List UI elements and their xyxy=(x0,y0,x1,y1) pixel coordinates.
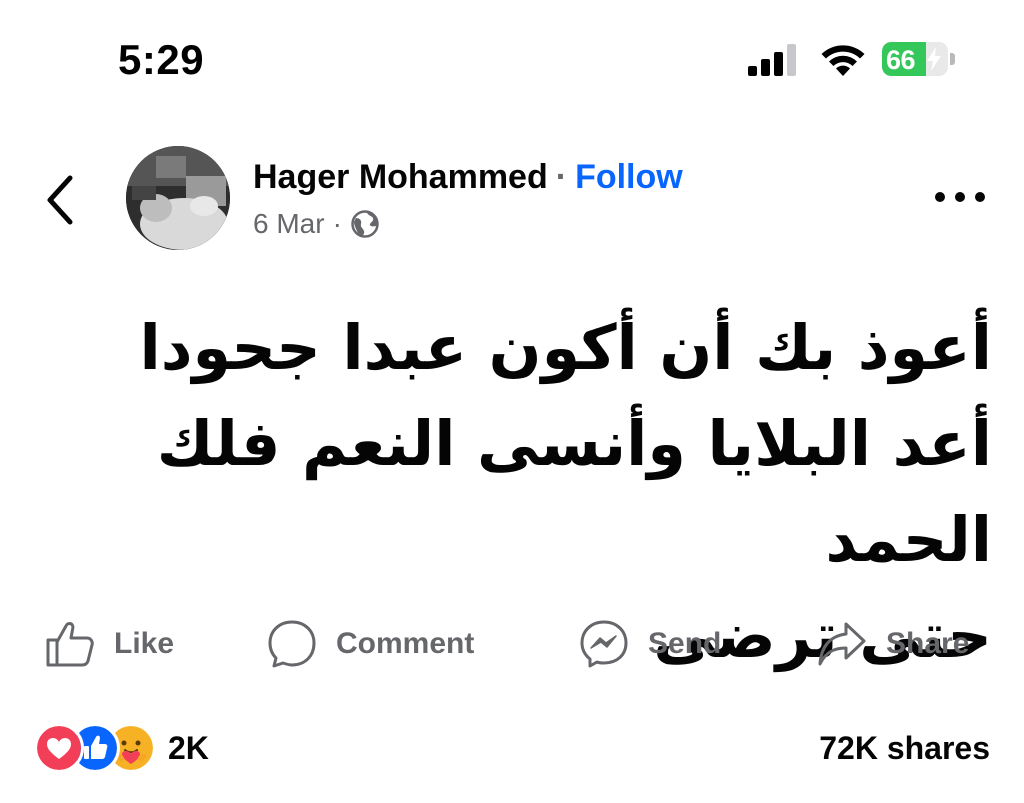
comment-button[interactable]: Comment xyxy=(266,612,474,676)
status-bar: 5:29 66 xyxy=(0,0,1024,110)
author-name[interactable]: Hager Mohammed xyxy=(253,158,548,196)
battery-nub xyxy=(950,53,955,65)
signal-icon xyxy=(748,44,796,76)
action-bar: Like Comment Send Share xyxy=(0,612,1024,676)
bolt-icon xyxy=(927,47,941,71)
thumbs-up-icon xyxy=(46,622,94,667)
globe-icon xyxy=(351,210,379,238)
post-text-line: أعوذ بك أن أكون عبدا جحودا xyxy=(139,311,992,384)
battery-charging-icon: 66 xyxy=(882,42,958,78)
reaction-count: 2K xyxy=(168,729,209,766)
comment-bubble-icon xyxy=(268,620,316,668)
author-line: Hager Mohammed · Follow xyxy=(253,158,683,197)
shares-count[interactable]: 72K shares xyxy=(819,730,990,767)
avatar-photo xyxy=(126,146,230,250)
battery-body: 66 xyxy=(882,42,948,76)
battery-level: 66 xyxy=(886,45,916,75)
meta-separator: · xyxy=(332,208,342,239)
share-button[interactable]: Share xyxy=(816,612,969,676)
back-chevron-icon[interactable] xyxy=(40,172,80,228)
like-label: Like xyxy=(114,627,175,660)
send-label: Send xyxy=(648,627,722,660)
messenger-icon xyxy=(580,620,628,668)
share-label: Share xyxy=(886,627,970,660)
more-options-icon[interactable] xyxy=(930,182,990,212)
share-arrow-icon xyxy=(818,622,866,666)
author-separator: · xyxy=(555,158,568,196)
send-button[interactable]: Send xyxy=(578,612,721,676)
comment-label: Comment xyxy=(336,627,475,660)
wifi-icon xyxy=(821,45,865,76)
post-text-line: أعد البلايا وأنسى النعم فلك الحمد xyxy=(156,407,992,576)
post-date[interactable]: 6 Mar xyxy=(253,208,325,240)
avatar[interactable] xyxy=(126,146,230,250)
like-button[interactable]: Like xyxy=(44,612,174,676)
status-time: 5:29 xyxy=(118,36,205,83)
follow-button[interactable]: Follow xyxy=(575,158,683,196)
reactions-summary[interactable]: 2K xyxy=(34,722,209,774)
love-icon xyxy=(34,723,84,773)
post-meta: 6 Mar · xyxy=(253,208,380,240)
